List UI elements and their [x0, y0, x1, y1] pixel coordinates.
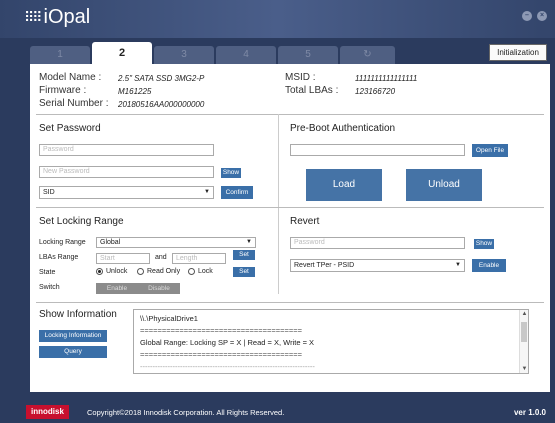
tab-4[interactable]: 4 [216, 46, 276, 64]
radio-icon [137, 268, 144, 275]
revert-mode-value: Revert TPer - PSID [294, 262, 355, 269]
set-lba-range-button[interactable]: Set [233, 250, 255, 260]
state-read-only-radio[interactable]: Read Only [137, 268, 180, 275]
pre-boot-file-field[interactable] [290, 144, 465, 156]
locking-information-button[interactable]: Locking Information [39, 330, 107, 342]
footer: innodisk Copyright©2018 Innodisk Corpora… [0, 398, 555, 423]
user-select[interactable]: SID ▼ [39, 186, 214, 199]
set-password-title: Set Password [39, 123, 101, 134]
divider [36, 207, 544, 208]
chevron-down-icon: ▼ [246, 239, 252, 245]
brand-logo: innodisk [26, 405, 69, 419]
user-select-value: SID [43, 189, 55, 196]
total-lbas-label: Total LBAs : [285, 85, 339, 96]
app-logo: ⠿⠿ iOpal [24, 6, 90, 29]
revert-mode-select[interactable]: Revert TPer - PSID ▼ [290, 259, 465, 272]
state-unlock-radio[interactable]: Unlock [96, 268, 127, 275]
copyright-text: Copyright©2018 Innodisk Corporation. All… [87, 408, 285, 417]
and-label: and [155, 254, 167, 261]
title-bar: ⠿⠿ iOpal – × [0, 0, 555, 38]
firmware-label: Firmware : [39, 85, 87, 96]
confirm-button[interactable]: Confirm [221, 186, 253, 199]
model-name-value: 2.5" SATA SSD 3MG2-P [118, 74, 205, 83]
set-state-button[interactable]: Set [233, 267, 255, 277]
radio-icon [188, 268, 195, 275]
app-title: iOpal [43, 6, 91, 28]
serial-number-label: Serial Number : [39, 98, 109, 109]
output-console[interactable]: \\.\PhysicalDrive1 =====================… [133, 309, 529, 374]
set-locking-range-title: Set Locking Range [39, 216, 124, 227]
show-information-title: Show Information [39, 309, 117, 320]
new-password-field[interactable]: New Password [39, 166, 214, 178]
refresh-icon[interactable]: ↻ [340, 46, 395, 64]
lbas-range-label: LBAs Range [39, 254, 79, 261]
switch-disable-button[interactable]: Disable [138, 283, 180, 294]
unload-button[interactable]: Unload [406, 169, 482, 201]
show-password-button[interactable]: Show [221, 168, 241, 178]
tab-2[interactable]: 2 [92, 42, 152, 64]
lba-start-field[interactable]: Start [96, 253, 150, 264]
divider [278, 114, 279, 294]
revert-title: Revert [290, 216, 320, 227]
tab-1[interactable]: 1 [30, 46, 90, 64]
locking-range-value: Global [100, 239, 121, 246]
scroll-up-icon[interactable]: ▲ [520, 311, 528, 317]
open-file-button[interactable]: Open File [472, 144, 508, 157]
state-unlock-label: Unlock [106, 268, 128, 275]
switch-label: Switch [39, 284, 60, 291]
divider [36, 114, 544, 115]
state-label: State [39, 269, 56, 276]
output-line: Global Range: Locking SP = X | Read = X,… [140, 338, 315, 347]
revert-enable-button[interactable]: Enable [472, 259, 506, 272]
initialization-button[interactable]: Initialization [489, 44, 547, 61]
serial-number-value: 20180516AA000000000 [118, 100, 205, 109]
load-button[interactable]: Load [306, 169, 382, 201]
output-line: ===================================== [140, 350, 303, 359]
window-controls: – × [522, 11, 547, 21]
chevron-down-icon: ▼ [204, 189, 210, 195]
radio-selected-icon [96, 268, 103, 275]
total-lbas-value: 123166720 [355, 87, 396, 96]
tab-3[interactable]: 3 [154, 46, 214, 64]
chevron-down-icon: ▼ [455, 262, 461, 268]
divider [36, 302, 544, 303]
pre-boot-title: Pre-Boot Authentication [290, 123, 396, 134]
msid-value: 1111111111111111 [355, 74, 418, 83]
output-line: ===================================== [140, 326, 303, 335]
query-button[interactable]: Query [39, 346, 107, 358]
state-lock-radio[interactable]: Lock [188, 268, 213, 275]
password-field[interactable]: Password [39, 144, 214, 156]
scroll-down-icon[interactable]: ▼ [520, 366, 528, 372]
output-line: ----------------------------------------… [140, 362, 315, 371]
state-lock-label: Lock [198, 268, 213, 275]
firmware-value: M161225 [118, 87, 152, 96]
scroll-thumb[interactable] [521, 322, 527, 342]
close-icon[interactable]: × [537, 11, 547, 21]
output-scrollbar[interactable]: ▲ ▼ [519, 310, 528, 373]
revert-show-button[interactable]: Show [474, 239, 494, 249]
msid-label: MSID : [285, 72, 316, 83]
lba-length-field[interactable]: Length [172, 253, 226, 264]
version-label: ver 1.0.0 [513, 408, 546, 417]
output-line: \\.\PhysicalDrive1 [140, 314, 198, 323]
minimize-icon[interactable]: – [522, 11, 532, 21]
logo-grid-icon: ⠿⠿ [24, 9, 42, 25]
locking-range-label: Locking Range [39, 239, 86, 246]
revert-password-field[interactable]: Password [290, 237, 465, 249]
locking-range-select[interactable]: Global ▼ [96, 237, 256, 248]
model-name-label: Model Name : [39, 72, 102, 83]
state-read-only-label: Read Only [147, 268, 181, 275]
switch-enable-button[interactable]: Enable [96, 283, 138, 294]
tab-5[interactable]: 5 [278, 46, 338, 64]
